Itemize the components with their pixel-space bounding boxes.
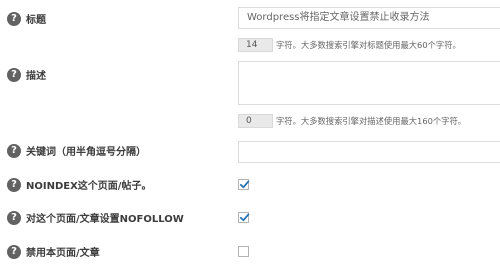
description-char-hint: 字符。大多数搜索引擎对描述使用最大160个字符。 xyxy=(276,116,467,126)
keywords-label-group: ? 关键词（用半角逗号分隔） xyxy=(7,143,146,158)
description-char-count: 0 xyxy=(238,114,273,128)
noindex-checkbox[interactable] xyxy=(238,179,250,190)
title-label: 标题 xyxy=(26,15,46,26)
question-circle-icon[interactable]: ? xyxy=(7,244,21,259)
question-circle-icon[interactable]: ? xyxy=(7,177,21,192)
question-circle-icon[interactable]: ? xyxy=(7,11,21,26)
description-label-group: ? 描述 xyxy=(7,67,46,82)
nofollow-checkbox[interactable] xyxy=(238,212,250,223)
noindex-label: NOINDEX这个页面/帖子。 xyxy=(26,181,152,192)
description-textarea[interactable] xyxy=(238,61,500,105)
keywords-label: 关键词（用半角逗号分隔） xyxy=(26,147,146,158)
description-label: 描述 xyxy=(26,71,46,82)
checkmark-icon xyxy=(239,213,250,222)
title-char-counter: 14 字符。大多数搜索引擎对标题使用最大60个字符。 xyxy=(238,38,461,52)
nofollow-label: 对这个页面/文章设置NOFOLLOW xyxy=(26,214,184,225)
checkmark-icon xyxy=(239,180,250,189)
question-circle-icon[interactable]: ? xyxy=(7,67,21,82)
title-char-count: 14 xyxy=(238,38,273,52)
question-circle-icon[interactable]: ? xyxy=(7,210,21,225)
description-char-counter: 0 字符。大多数搜索引擎对描述使用最大160个字符。 xyxy=(238,114,466,128)
noindex-label-group: ? NOINDEX这个页面/帖子。 xyxy=(7,177,151,192)
disable-label-group: ? 禁用本页面/文章 xyxy=(7,244,100,259)
title-input[interactable]: Wordpress将指定文章设置禁止收录方法 xyxy=(238,7,500,29)
question-circle-icon[interactable]: ? xyxy=(7,143,21,158)
nofollow-label-group: ? 对这个页面/文章设置NOFOLLOW xyxy=(7,210,184,225)
title-char-hint: 字符。大多数搜索引擎对标题使用最大60个字符。 xyxy=(276,40,461,50)
title-label-group: ? 标题 xyxy=(7,11,46,26)
keywords-input[interactable] xyxy=(238,141,500,163)
disable-label: 禁用本页面/文章 xyxy=(26,248,100,259)
disable-checkbox[interactable] xyxy=(238,246,249,257)
